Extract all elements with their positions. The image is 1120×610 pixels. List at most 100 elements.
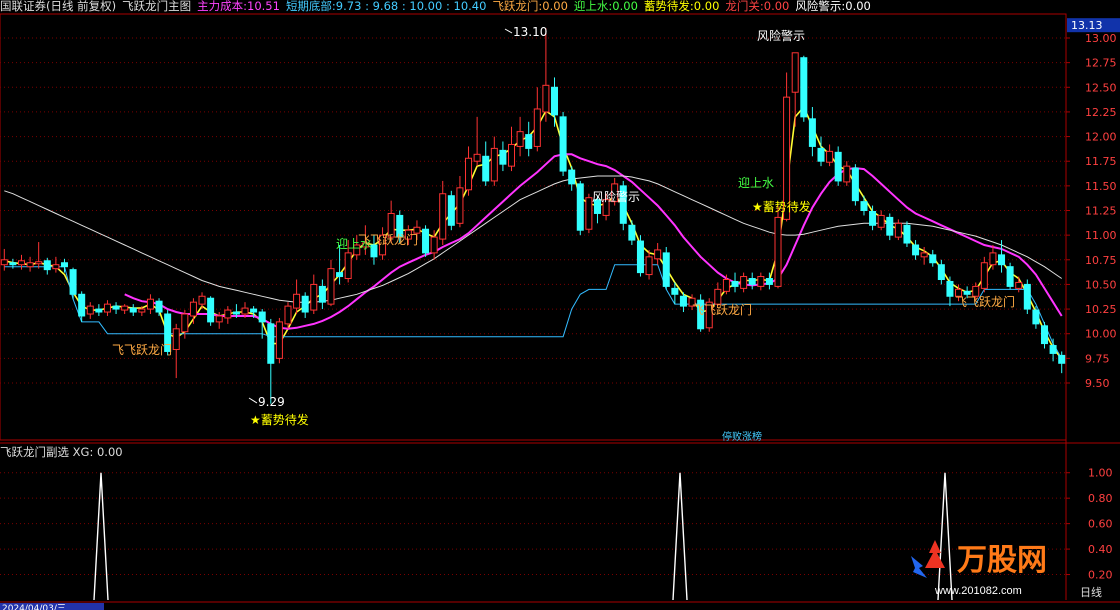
candle-up <box>645 256 653 276</box>
candle-down <box>731 280 739 287</box>
candle-up <box>989 252 997 266</box>
candle-down <box>69 269 77 295</box>
candle-up <box>146 298 154 310</box>
candle-down <box>886 216 894 236</box>
candle-up <box>172 328 180 350</box>
price-tick-label: 10.50 <box>1085 278 1117 291</box>
candle-up <box>35 261 43 265</box>
candle-up <box>877 214 885 228</box>
candle-down <box>9 262 17 266</box>
candle-down <box>628 224 636 241</box>
candle-up <box>757 276 765 287</box>
candle-up <box>465 157 473 191</box>
candle-up <box>456 187 464 224</box>
indicator-name[interactable]: 飞跃龙门主图 <box>122 0 191 13</box>
moving-average-layer <box>4 105 1063 360</box>
high-price-pointer <box>504 28 513 34</box>
chart-annotation: 13.10 <box>513 25 547 39</box>
sub-indicator-label: XG: <box>72 445 94 459</box>
candle-down <box>869 210 877 226</box>
candle-up <box>533 108 541 147</box>
price-tick-label: 9.75 <box>1085 352 1110 365</box>
sub-tick-label: 0.40 <box>1088 543 1113 556</box>
candle-up <box>198 295 206 305</box>
stock-title[interactable]: 国联证券(日线 前复权) <box>0 0 116 13</box>
candle-up <box>344 252 352 280</box>
candle-up <box>0 259 8 266</box>
chart-annotation: 迎上水 <box>738 176 774 190</box>
candle-down <box>636 240 644 274</box>
candle-up <box>714 288 722 305</box>
candle-down <box>851 167 859 202</box>
candle-down <box>1040 325 1049 345</box>
sub-indicator-header: 飞跃龙门副选 XG: 0.00 <box>0 445 123 459</box>
candle-up <box>241 307 249 315</box>
candle-up <box>86 305 94 315</box>
sub-indicator-title[interactable]: 飞跃龙门副选 <box>0 445 69 459</box>
header-item-3: 迎上水:0.00 <box>573 0 638 13</box>
candle-down <box>963 290 971 295</box>
price-tick-label: 10.25 <box>1085 303 1117 316</box>
arrow-up-icon <box>925 540 945 568</box>
chart-annotation: 停败涨榜 <box>722 430 762 443</box>
candle-down <box>834 151 842 182</box>
watermark-logo: 万股网 www.201082.com <box>911 540 1047 597</box>
candle-up <box>791 52 799 93</box>
candle-up <box>189 301 197 317</box>
main-indicator-header: 国联证券(日线 前复权) 飞跃龙门主图 主力成本:10.51 短期底部:9.73 : … <box>0 0 1066 14</box>
candle-up <box>224 309 232 319</box>
candle-down <box>1032 309 1040 325</box>
watermark-brand: 万股网 <box>957 544 1047 577</box>
candle-up <box>52 264 60 270</box>
candle-down <box>258 311 266 323</box>
header-item-1: 短期底部:9.73 : 9.68 : 10.00 : 10.40 <box>285 0 487 13</box>
candle-down <box>671 287 679 295</box>
candle-up <box>774 216 782 287</box>
price-tick-label: 10.00 <box>1085 328 1117 341</box>
ma-line-ma_yellow <box>4 105 1063 360</box>
start-date-label: 2024/04/03/三 <box>2 604 66 610</box>
candle-down <box>998 254 1006 266</box>
candle-up <box>121 305 129 311</box>
ma-line-ma_magenta <box>124 153 1063 330</box>
candle-down <box>937 264 945 281</box>
candle-up <box>843 165 851 183</box>
candle-down <box>250 308 258 313</box>
signal-spike <box>93 472 109 601</box>
candle-down <box>78 293 86 317</box>
candle-down <box>60 262 68 268</box>
candle-down <box>1023 283 1031 310</box>
candle-down <box>912 244 920 256</box>
chart-annotation: 风险警示 <box>592 189 640 204</box>
candle-down <box>336 272 344 278</box>
sub-tick-label: 0.80 <box>1088 492 1113 505</box>
candle-down <box>482 155 490 182</box>
candle-up <box>293 293 301 309</box>
price-tick-label: 12.25 <box>1085 106 1117 119</box>
candle-down <box>129 307 137 313</box>
header-item-4: 蓄势待发:0.00 <box>643 0 720 13</box>
sub-tick-label: 0.20 <box>1088 569 1113 582</box>
header-item-6: 风险警示:0.00 <box>795 0 871 13</box>
candle-down <box>817 147 825 162</box>
candle-down <box>765 278 773 285</box>
candle-up <box>542 84 550 113</box>
sub-tick-label: 0.60 <box>1088 518 1113 531</box>
candle-down <box>679 295 687 307</box>
candle-up <box>103 303 111 313</box>
candle-up <box>516 131 524 147</box>
ma-line-ma_white <box>4 175 1062 303</box>
price-axis-layer: 13.00 12.75 12.50 12.25 12.00 11.75 11.50 11.25… <box>1066 18 1120 390</box>
candle-down <box>155 300 163 313</box>
chart-annotation: 9.29 <box>258 395 285 409</box>
candle-down <box>808 118 816 147</box>
price-tick-label: 11.75 <box>1085 155 1117 168</box>
candle-down <box>929 254 937 264</box>
candle-down <box>662 252 670 287</box>
candle-up <box>284 305 292 325</box>
price-tick-label: 9.50 <box>1085 377 1110 390</box>
candle-up <box>826 150 834 163</box>
candle-up <box>894 222 902 238</box>
price-tick-label: 12.75 <box>1085 57 1117 70</box>
candle-down <box>301 295 309 313</box>
